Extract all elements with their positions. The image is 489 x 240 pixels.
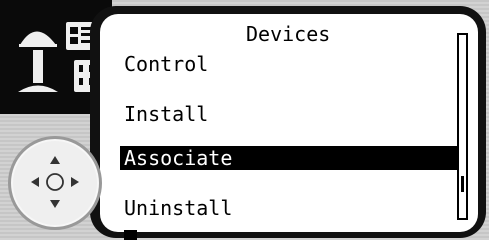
scrollbar-thumb[interactable] xyxy=(461,176,464,192)
text-cursor xyxy=(124,230,137,240)
menu-item-install[interactable]: Install xyxy=(124,102,454,126)
menu-item-control[interactable]: Control xyxy=(124,52,454,76)
navigation-dpad[interactable] xyxy=(8,136,102,230)
dpad-left-arrow-icon[interactable] xyxy=(31,177,39,187)
dpad-right-arrow-icon[interactable] xyxy=(71,177,79,187)
scrollbar[interactable] xyxy=(457,33,468,220)
dpad-center-button-icon[interactable] xyxy=(46,173,64,191)
screen-title-text: Devices xyxy=(246,22,331,46)
dpad-graphic xyxy=(31,156,79,208)
dpad-up-arrow-icon[interactable] xyxy=(50,156,60,164)
menu-item-uninstall[interactable]: Uninstall xyxy=(124,196,454,220)
dpad-down-arrow-icon[interactable] xyxy=(50,200,60,208)
menu-item-associate[interactable]: Associate xyxy=(120,146,457,170)
